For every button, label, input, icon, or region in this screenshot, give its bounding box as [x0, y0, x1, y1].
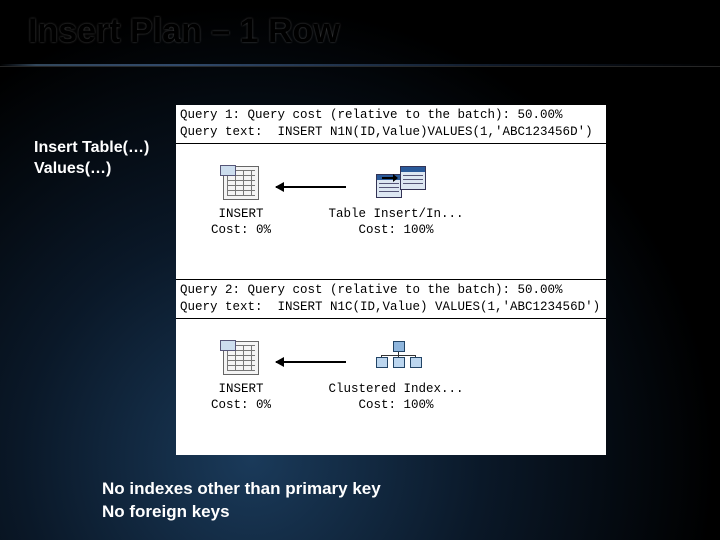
- execution-plan-panel: Query 1: Query cost (relative to the bat…: [176, 105, 606, 455]
- query2-header-line1: Query 2: Query cost (relative to the bat…: [180, 283, 563, 297]
- query1-header-line2: Query text: INSERT N1N(ID,Value)VALUES(1…: [180, 125, 593, 139]
- query1-plan: INSERT Cost: 0% Table Insert/In... Cost:…: [176, 144, 606, 280]
- query2-op-clustered: Clustered Index... Cost: 100%: [321, 341, 471, 414]
- query2-op2-cost: Cost: 100%: [321, 397, 471, 413]
- query1-op1-cost: Cost: 0%: [166, 222, 316, 238]
- insert-icon: [221, 341, 261, 377]
- clustered-index-icon: [376, 341, 416, 377]
- footnote-line2: No foreign keys: [102, 501, 381, 524]
- footnotes: No indexes other than primary key No for…: [102, 478, 381, 524]
- query1-op2-cost: Cost: 100%: [321, 222, 471, 238]
- query2-op2-name: Clustered Index...: [321, 381, 471, 397]
- query2-plan: INSERT Cost: 0%: [176, 319, 606, 454]
- query1-op-tableinsert: Table Insert/In... Cost: 100%: [321, 166, 471, 239]
- title-underline: [0, 64, 720, 66]
- query1-op1-name: INSERT: [166, 206, 316, 222]
- query2-op1-name: INSERT: [166, 381, 316, 397]
- query2-op-insert: INSERT Cost: 0%: [166, 341, 316, 414]
- query1-op2-name: Table Insert/In...: [321, 206, 471, 222]
- query2-header: Query 2: Query cost (relative to the bat…: [176, 280, 606, 319]
- sidebar-text: Insert Table(…) Values(…): [34, 138, 149, 180]
- insert-icon: [221, 166, 261, 202]
- sidebar-line1: Insert Table(…): [34, 138, 149, 159]
- query1-header: Query 1: Query cost (relative to the bat…: [176, 105, 606, 144]
- query1-header-line1: Query 1: Query cost (relative to the bat…: [180, 108, 563, 122]
- query2-op1-cost: Cost: 0%: [166, 397, 316, 413]
- table-insert-icon: [376, 166, 416, 202]
- footnote-line1: No indexes other than primary key: [102, 478, 381, 501]
- slide-title: Insert Plan – 1 Row: [28, 12, 340, 51]
- sidebar-line2: Values(…): [34, 159, 149, 180]
- query2-header-line2: Query text: INSERT N1C(ID,Value) VALUES(…: [180, 300, 600, 314]
- query1-op-insert: INSERT Cost: 0%: [166, 166, 316, 239]
